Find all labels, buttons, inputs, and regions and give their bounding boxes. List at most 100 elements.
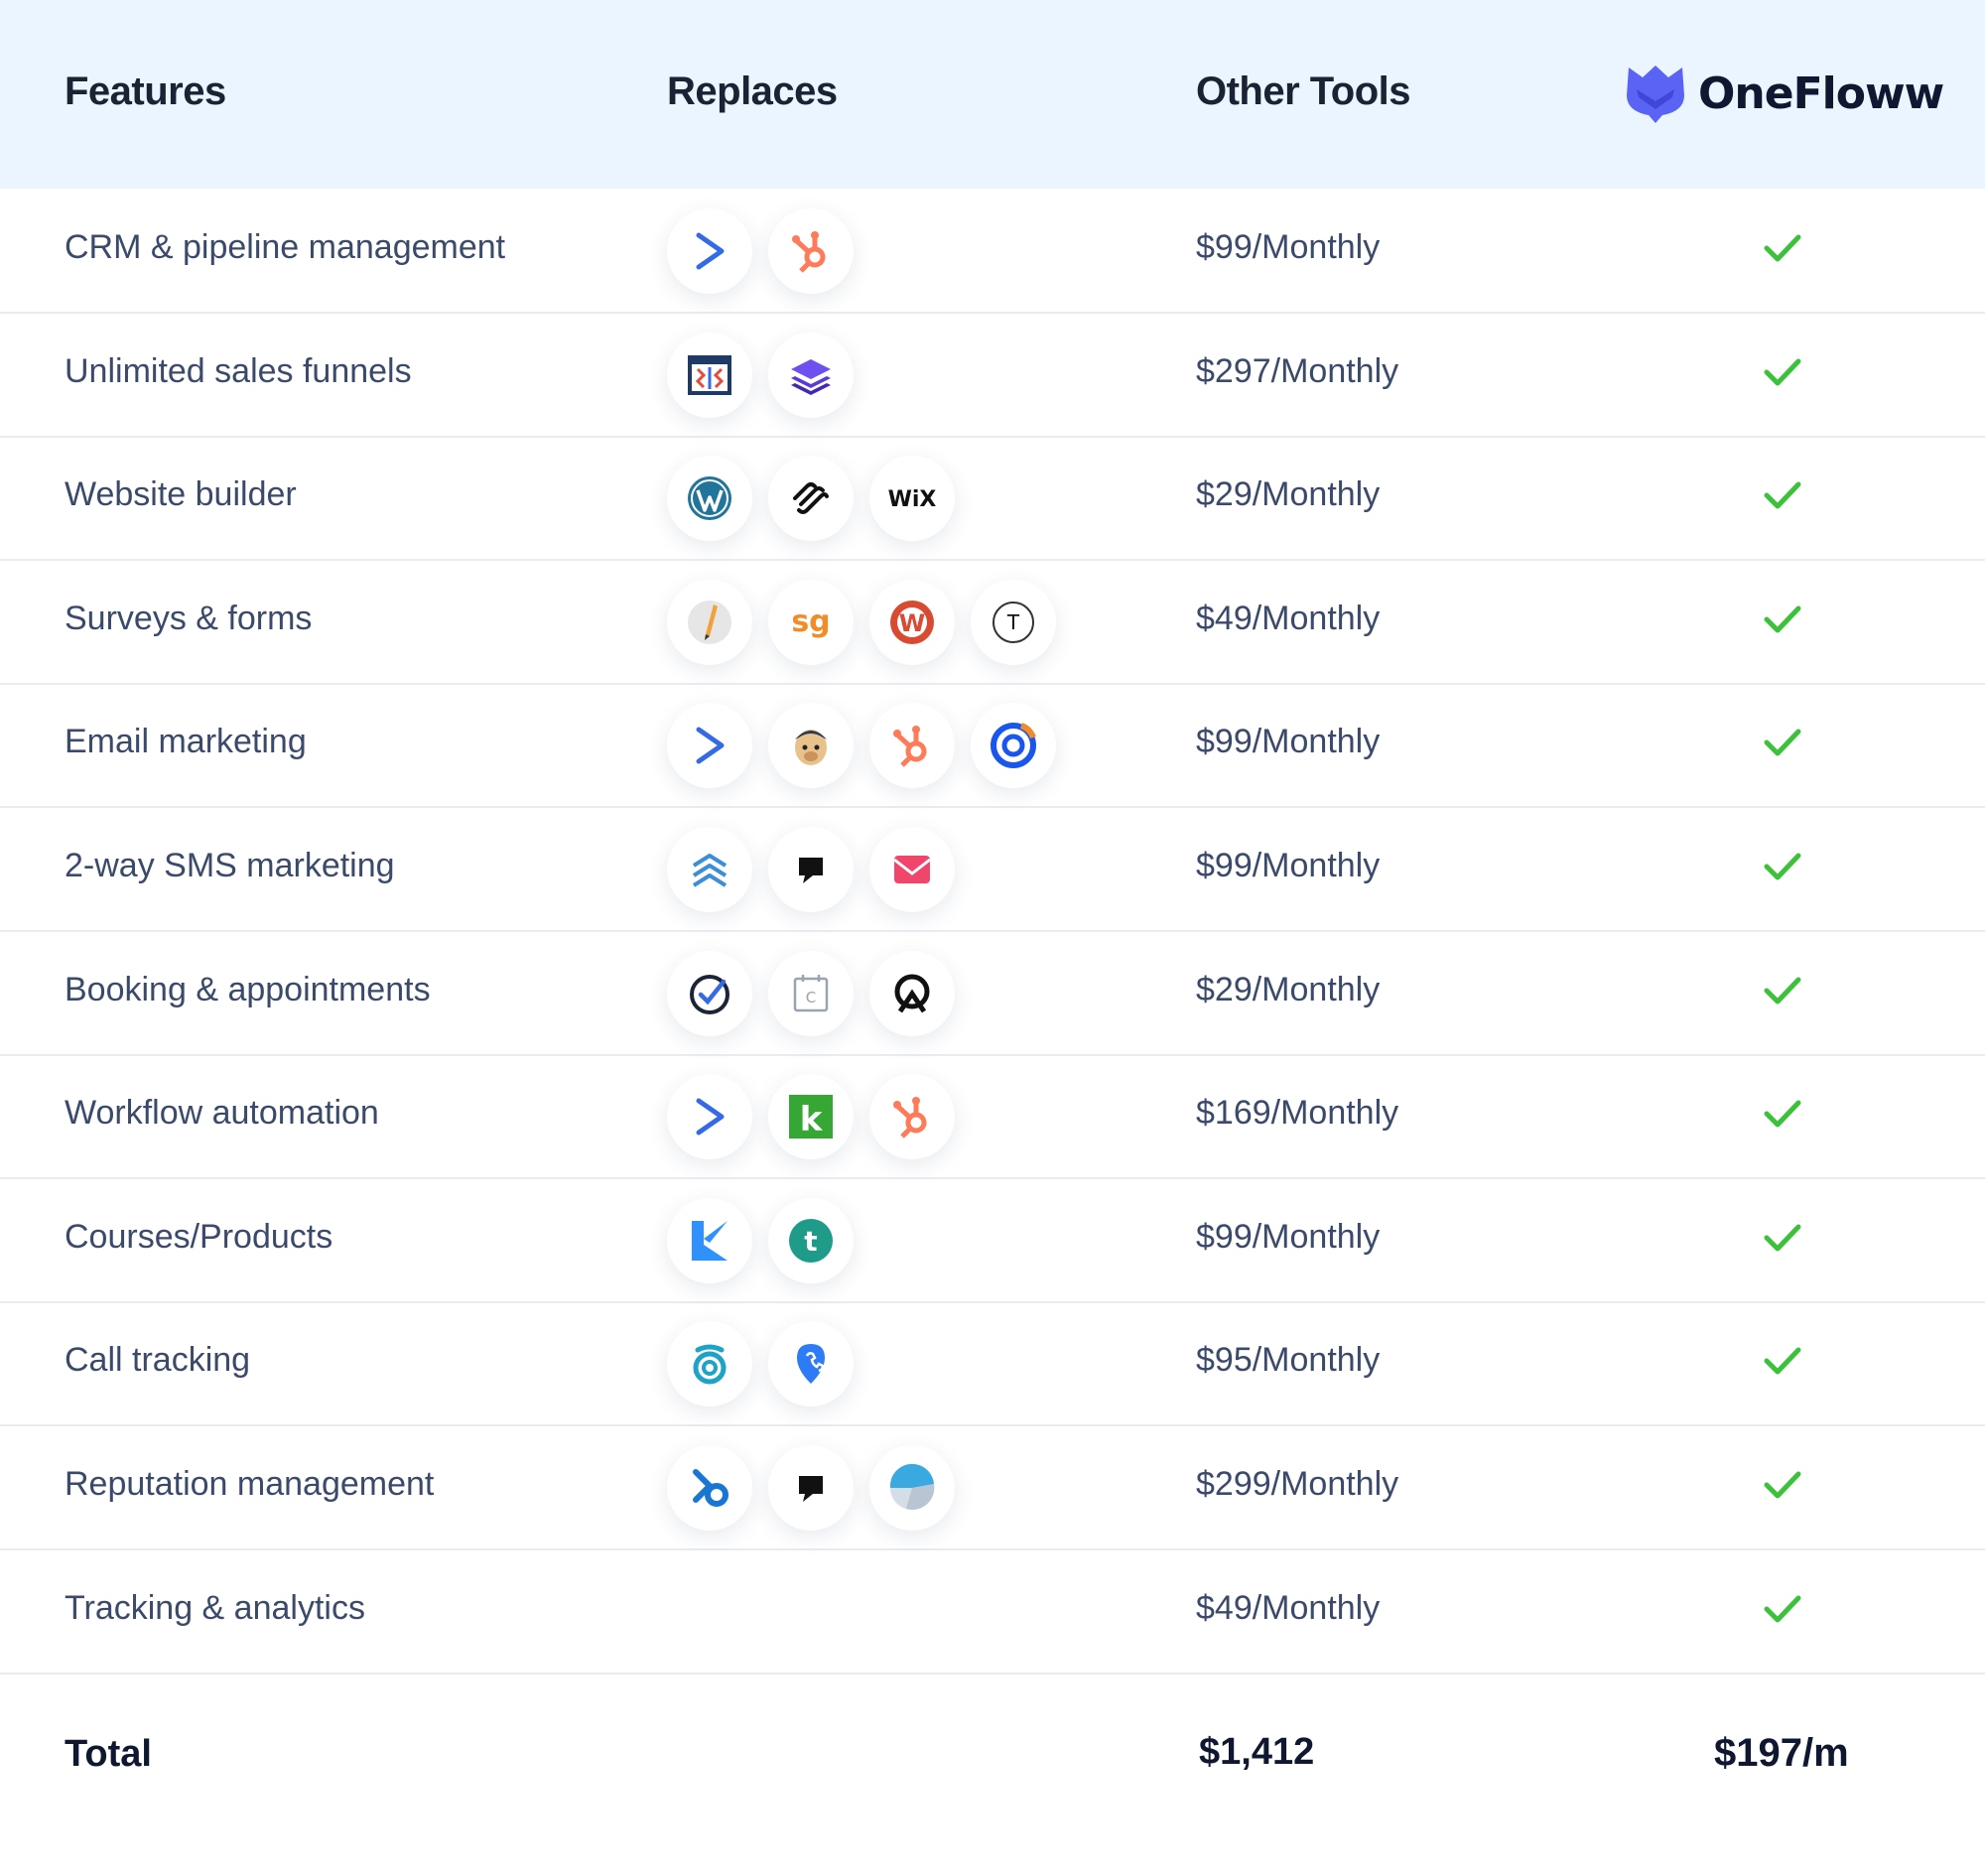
feature-row: Website builder WiX $29/Monthly bbox=[0, 436, 1985, 562]
other-tools-price: $99/Monthly bbox=[1196, 847, 1381, 884]
activecampaign-icon bbox=[667, 208, 752, 294]
feature-row: Unlimited sales funnels $297/Monthly bbox=[0, 313, 1985, 438]
replaced-tools bbox=[667, 1321, 854, 1407]
check-icon bbox=[1764, 1471, 1801, 1499]
feature-name: Booking & appointments bbox=[65, 970, 431, 1008]
feature-row: Call tracking $95/Monthly bbox=[0, 1301, 1985, 1427]
hubspot-icon bbox=[768, 208, 854, 294]
birdeye-icon bbox=[667, 1445, 752, 1531]
total-label: Total bbox=[65, 1733, 152, 1775]
feature-name: Surveys & forms bbox=[65, 599, 313, 637]
podium-icon bbox=[768, 1445, 854, 1531]
check-icon bbox=[1764, 605, 1801, 633]
keap-icon: k bbox=[768, 1074, 854, 1160]
feature-name: Call tracking bbox=[65, 1341, 251, 1380]
wordpress-icon bbox=[667, 456, 752, 542]
hubspot-icon bbox=[869, 703, 955, 789]
brand-name: OneFloww bbox=[1698, 67, 1944, 119]
svg-text:sg: sg bbox=[791, 604, 830, 639]
replaced-tools: k bbox=[667, 1074, 955, 1160]
replaced-tools bbox=[667, 703, 1056, 789]
check-icon bbox=[1764, 234, 1801, 262]
check-icon bbox=[1764, 1595, 1801, 1623]
other-tools-price: $95/Monthly bbox=[1196, 1341, 1381, 1380]
feature-row: Reputation management $299/Monthly bbox=[0, 1425, 1985, 1550]
check-icon bbox=[1764, 977, 1801, 1005]
feature-row: Courses/Products t $99/Monthly bbox=[0, 1178, 1985, 1303]
squarespace-icon bbox=[768, 456, 854, 542]
surveygizmo-icon: sg bbox=[768, 579, 854, 665]
other-tools-column-header: Other Tools bbox=[1196, 69, 1410, 113]
location-pin-icon bbox=[768, 1321, 854, 1407]
replaced-tools: sg W T bbox=[667, 579, 1056, 665]
check-icon bbox=[1764, 1100, 1801, 1128]
features-column-header: Features bbox=[65, 69, 226, 113]
feature-name: Website builder bbox=[65, 475, 297, 514]
podium-icon bbox=[768, 827, 854, 912]
yext-icon bbox=[869, 1445, 955, 1531]
activecampaign-icon bbox=[667, 1074, 752, 1160]
other-tools-price: $299/Monthly bbox=[1196, 1465, 1399, 1503]
callrail-icon bbox=[667, 1321, 752, 1407]
replaced-tools bbox=[667, 1445, 955, 1531]
other-tools-price: $99/Monthly bbox=[1196, 723, 1381, 761]
acuity-icon bbox=[869, 950, 955, 1036]
chevrons-up-icon bbox=[667, 827, 752, 912]
brand-column-header: OneFloww bbox=[1623, 62, 1944, 125]
total-onefloww-price: $197/m bbox=[1714, 1731, 1849, 1775]
total-other-tools-price: $1,412 bbox=[1199, 1731, 1315, 1773]
envelope-icon bbox=[869, 827, 955, 912]
svg-text:C: C bbox=[806, 989, 816, 1006]
replaced-tools: WiX bbox=[667, 456, 955, 542]
replaced-tools: C bbox=[667, 950, 955, 1036]
clickfunnels-icon bbox=[667, 332, 752, 418]
feature-row: Tracking & analytics $49/Monthly bbox=[0, 1549, 1985, 1675]
hubspot-icon bbox=[869, 1074, 955, 1160]
mailchimp-icon bbox=[768, 703, 854, 789]
svg-text:T: T bbox=[1006, 610, 1020, 634]
feature-name: Tracking & analytics bbox=[65, 1588, 365, 1627]
feature-name: Reputation management bbox=[65, 1465, 435, 1503]
check-icon bbox=[1764, 481, 1801, 509]
check-icon bbox=[1764, 1347, 1801, 1375]
constant-contact-icon bbox=[971, 703, 1056, 789]
feature-row: 2-way SMS marketing $99/Monthly bbox=[0, 807, 1985, 932]
layers-stack-icon bbox=[768, 332, 854, 418]
other-tools-price: $29/Monthly bbox=[1196, 475, 1381, 514]
kajabi-icon bbox=[667, 1197, 752, 1283]
other-tools-price: $169/Monthly bbox=[1196, 1094, 1399, 1133]
feature-name: Unlimited sales funnels bbox=[65, 351, 412, 390]
check-circle-icon bbox=[667, 950, 752, 1036]
total-row: Total $1,412 $197/m bbox=[0, 1674, 1985, 1876]
check-icon bbox=[1764, 1224, 1801, 1252]
typeform-icon: T bbox=[971, 579, 1056, 665]
pencil-form-icon bbox=[667, 579, 752, 665]
onefloww-logo-icon bbox=[1627, 66, 1684, 123]
other-tools-price: $49/Monthly bbox=[1196, 1588, 1381, 1627]
feature-row: Booking & appointments C $29/Monthly bbox=[0, 931, 1985, 1056]
replaced-tools: t bbox=[667, 1197, 854, 1283]
feature-name: Courses/Products bbox=[65, 1217, 333, 1256]
teachable-icon: t bbox=[768, 1197, 854, 1283]
replaced-tools bbox=[667, 208, 854, 294]
replaced-tools bbox=[667, 332, 854, 418]
wufoo-icon: W bbox=[869, 579, 955, 665]
feature-name: CRM & pipeline management bbox=[65, 228, 506, 266]
other-tools-price: $49/Monthly bbox=[1196, 599, 1381, 637]
other-tools-price: $99/Monthly bbox=[1196, 228, 1381, 266]
feature-row: Email marketing $99/Monthly bbox=[0, 683, 1985, 809]
table-header: Features Replaces Other Tools OneFloww bbox=[0, 0, 1985, 189]
comparison-page: Features Replaces Other Tools OneFloww C… bbox=[0, 0, 1985, 1876]
feature-row: Workflow automation k $169/Monthly bbox=[0, 1054, 1985, 1180]
check-icon bbox=[1764, 853, 1801, 880]
replaces-column-header: Replaces bbox=[667, 69, 838, 113]
feature-name: Email marketing bbox=[65, 723, 307, 761]
feature-row: CRM & pipeline management $99/Monthly bbox=[0, 189, 1985, 314]
svg-text:t: t bbox=[804, 1225, 817, 1258]
activecampaign-icon bbox=[667, 703, 752, 789]
feature-name: Workflow automation bbox=[65, 1094, 379, 1133]
svg-text:WiX: WiX bbox=[888, 487, 937, 512]
other-tools-price: $99/Monthly bbox=[1196, 1217, 1381, 1256]
svg-text:k: k bbox=[800, 1100, 824, 1139]
check-icon bbox=[1764, 358, 1801, 386]
